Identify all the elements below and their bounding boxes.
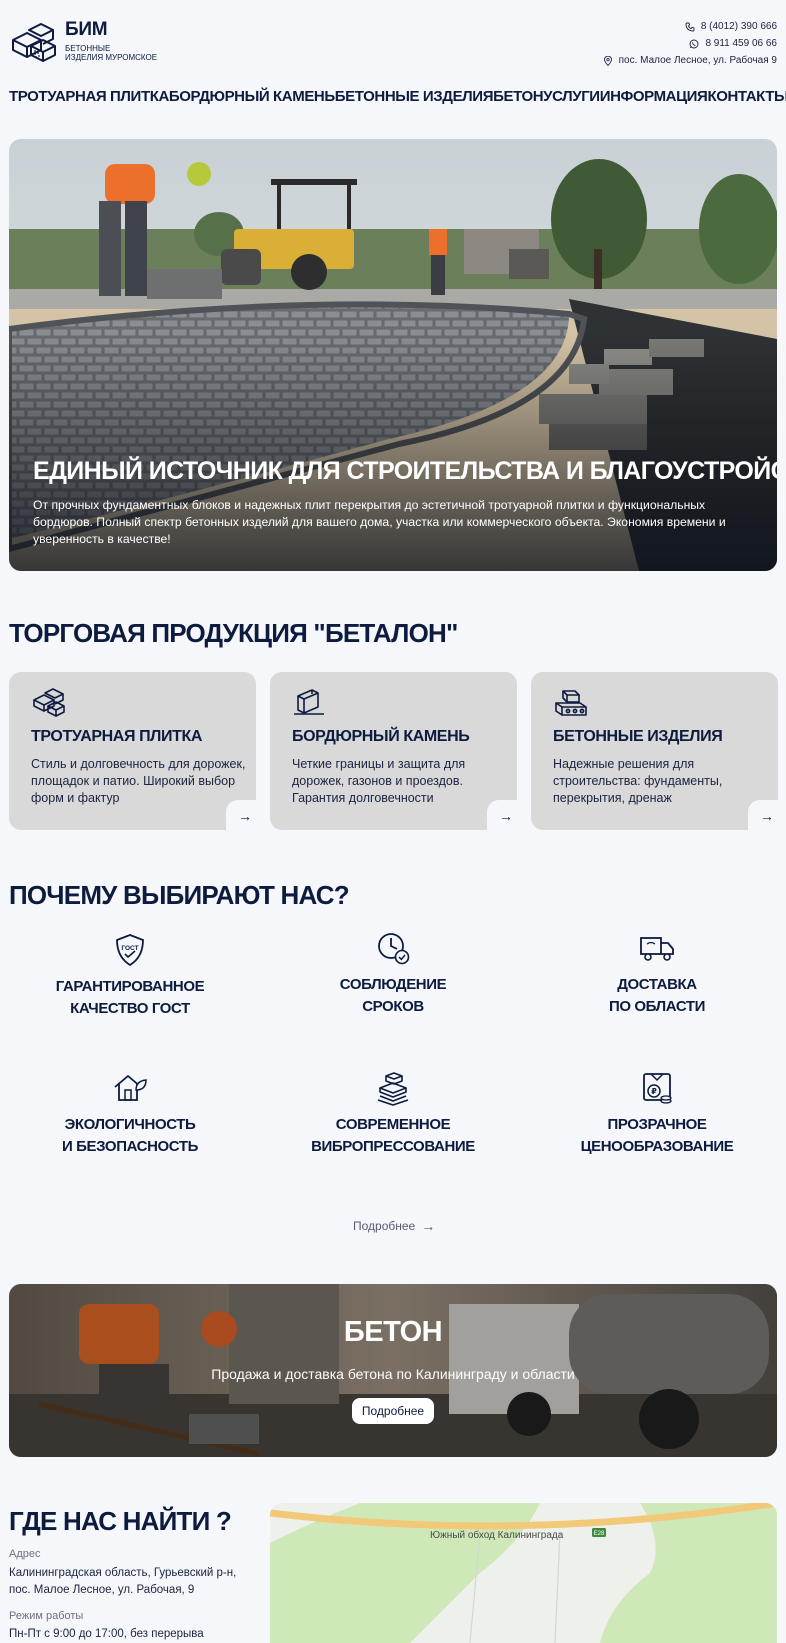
banner-more-button[interactable]: Подробнее [352,1398,434,1424]
product-card-text: Стиль и долговечность для дорожек, площа… [31,757,246,805]
logo-subtitle-2: ИЗДЕЛИЯ МУРОМСКОЕ [65,53,158,62]
feature-vibropress: СОВРЕМЕННОЕ ВИБРОПРЕССОВАНИЕ [273,1070,513,1158]
address-label: Адрес [9,1548,41,1560]
feature-label-line-1: ПРОЗРАЧНОЕ [607,1116,707,1133]
feature-label-line-2: КАЧЕСТВО ГОСТ [70,1000,190,1017]
feature-label-line-2: ПО ОБЛАСТИ [608,998,706,1015]
eco-house-icon [114,1074,147,1101]
nav-item-services[interactable]: УСЛУГИ [543,88,600,105]
logo-name: БИМ [65,19,108,40]
find-section-title: ГДЕ НАС НАЙТИ ? [9,1506,232,1536]
gost-icon-text: ГОСТ [121,945,138,952]
logo-subtitle-1: БЕТОННЫЕ [65,44,111,53]
feature-label-line-1: СОБЛЮДЕНИЕ [339,976,447,993]
price-ruble-icon: ₽ [643,1073,672,1104]
nav-item-concrete[interactable]: БЕТОН [493,88,543,105]
banner-text: Продажа и доставка бетона по Калининград… [211,1366,575,1382]
hero-title: ЕДИНЫЙ ИСТОЧНИК ДЛЯ СТРОИТЕЛЬСТВА И БЛАГ… [33,457,777,485]
location-map[interactable]: Южный обход Калининграда E28 [270,1503,777,1643]
address-line-1: Калининградская область, Гурьевский р-н, [9,1567,237,1579]
feature-label-line-1: ГАРАНТИРОВАННОЕ [55,978,205,995]
ruble-icon-text: ₽ [651,1087,657,1096]
feature-pricing: ₽ ПРОЗРАЧНОЕ ЦЕНООБРАЗОВАНИЕ [537,1070,777,1158]
feature-label-line-2: ЦЕНООБРАЗОВАНИЕ [580,1138,734,1155]
why-more-label: Подробнее [353,1219,416,1233]
feature-label-line-2: И БЕЗОПАСНОСТЬ [62,1138,198,1155]
nav-item-concrete-products[interactable]: БЕТОННЫЕ ИЗДЕЛИЯ [335,88,494,105]
phone-link-2[interactable]: 8 911 459 06 66 [705,38,777,49]
hero-description: От прочных фундаментных блоков и надежны… [33,498,726,546]
main-nav: ТРОТУАРНАЯ ПЛИТКА БОРДЮРНЫЙ КАМЕНЬ БЕТОН… [9,88,786,105]
arrow-right-icon[interactable]: → [760,808,774,824]
arrow-right-icon[interactable]: → [238,808,252,824]
feature-label-line-1: ДОСТАВКА [617,976,697,993]
nav-item-curb-stone[interactable]: БОРДЮРНЫЙ КАМЕНЬ [169,88,335,105]
concrete-blocks-icon [555,690,587,716]
nav-item-paving-tiles[interactable]: ТРОТУАРНАЯ ПЛИТКА [9,88,169,105]
clock-check-icon [378,933,410,965]
curb-stone-icon [294,689,324,715]
logo[interactable]: БИМ БЕТОННЫЕ ИЗДЕЛИЯ МУРОМСКОЕ [9,20,157,64]
gost-shield-icon: ГОСТ [116,934,144,967]
why-section-title: ПОЧЕМУ ВЫБИРАЮТ НАС? [9,880,350,910]
product-card-text: Четкие границы и защита для дорожек, газ… [292,757,466,805]
hours-label: Режим работы [9,1610,84,1622]
feature-gost-quality: ГОСТ ГАРАНТИРОВАННОЕ КАЧЕСТВО ГОСТ [10,932,250,1020]
feature-label-line-1: ЭКОЛОГИЧНОСТЬ [64,1116,196,1133]
feature-label-line-2: СРОКОВ [362,998,424,1015]
map-canvas[interactable]: Южный обход Калининграда E28 [270,1503,777,1643]
product-card-title: БЕТОННЫЕ ИЗДЕЛИЯ [553,728,723,745]
product-card-curb-stone[interactable]: БОРДЮРНЫЙ КАМЕНЬ Четкие границы и защита… [270,672,517,830]
hours-value: Пн-Пт с 9:00 до 17:00, без перерыва [9,1628,204,1640]
nav-item-contacts[interactable]: КОНТАКТЫ [707,88,786,105]
banner-title: БЕТОН [343,1316,443,1348]
nav-item-information[interactable]: ИНФОРМАЦИЯ [600,88,708,105]
product-card-title: ТРОТУАРНАЯ ПЛИТКА [31,728,203,745]
feature-label-line-2: ВИБРОПРЕССОВАНИЕ [311,1138,475,1155]
hero-banner: ЕДИНЫЙ ИСТОЧНИК ДЛЯ СТРОИТЕЛЬСТВА И БЛАГ… [9,139,777,571]
why-more-link[interactable]: Подробнее → [353,1218,435,1234]
header-address: пос. Малое Лесное, ул. Рабочая 9 [618,55,777,66]
feature-label-line-1: СОВРЕМЕННОЕ [335,1116,451,1133]
header-contacts: 8 (4012) 390 666 8 911 459 06 66 пос. Ма… [603,18,777,69]
vibropress-icon [377,1072,409,1106]
feature-delivery: ДОСТАВКА ПО ОБЛАСТИ [537,930,777,1018]
arrow-right-icon[interactable]: → [499,808,513,824]
paving-tiles-icon [33,688,65,717]
product-card-paving-tiles[interactable]: ТРОТУАРНАЯ ПЛИТКА Стиль и долговечность … [9,672,256,830]
product-card-concrete-products[interactable]: БЕТОННЫЕ ИЗДЕЛИЯ Надежные решения для ст… [531,672,778,830]
phone-link-1[interactable]: 8 (4012) 390 666 [701,21,777,32]
map-road-badge: E28 [594,1531,605,1537]
location-pin-icon [603,55,612,66]
concrete-banner: БЕТОН Продажа и доставка бетона по Калин… [9,1284,777,1457]
map-road-label: Южный обход Калининграда [430,1529,564,1541]
address-line-2: пос. Малое Лесное, ул. Рабочая, 9 [9,1584,195,1596]
products-section-title: ТОРГОВАЯ ПРОДУКЦИЯ "БЕТАЛОН" [9,618,458,648]
whatsapp-icon [689,39,699,48]
product-card-text: Надежные решения для строительства: фунд… [553,757,723,805]
phone-icon [685,22,695,31]
logo-icon [12,23,56,62]
feature-eco: ЭКОЛОГИЧНОСТЬ И БЕЗОПАСНОСТЬ [10,1070,250,1158]
product-card-title: БОРДЮРНЫЙ КАМЕНЬ [292,728,470,745]
delivery-truck-icon [640,937,674,961]
feature-deadlines: СОБЛЮДЕНИЕ СРОКОВ [273,930,513,1018]
arrow-right-icon: → [421,1218,436,1234]
site-header: БИМ БЕТОННЫЕ ИЗДЕЛИЯ МУРОМСКОЕ 8 (4012) … [9,18,777,68]
